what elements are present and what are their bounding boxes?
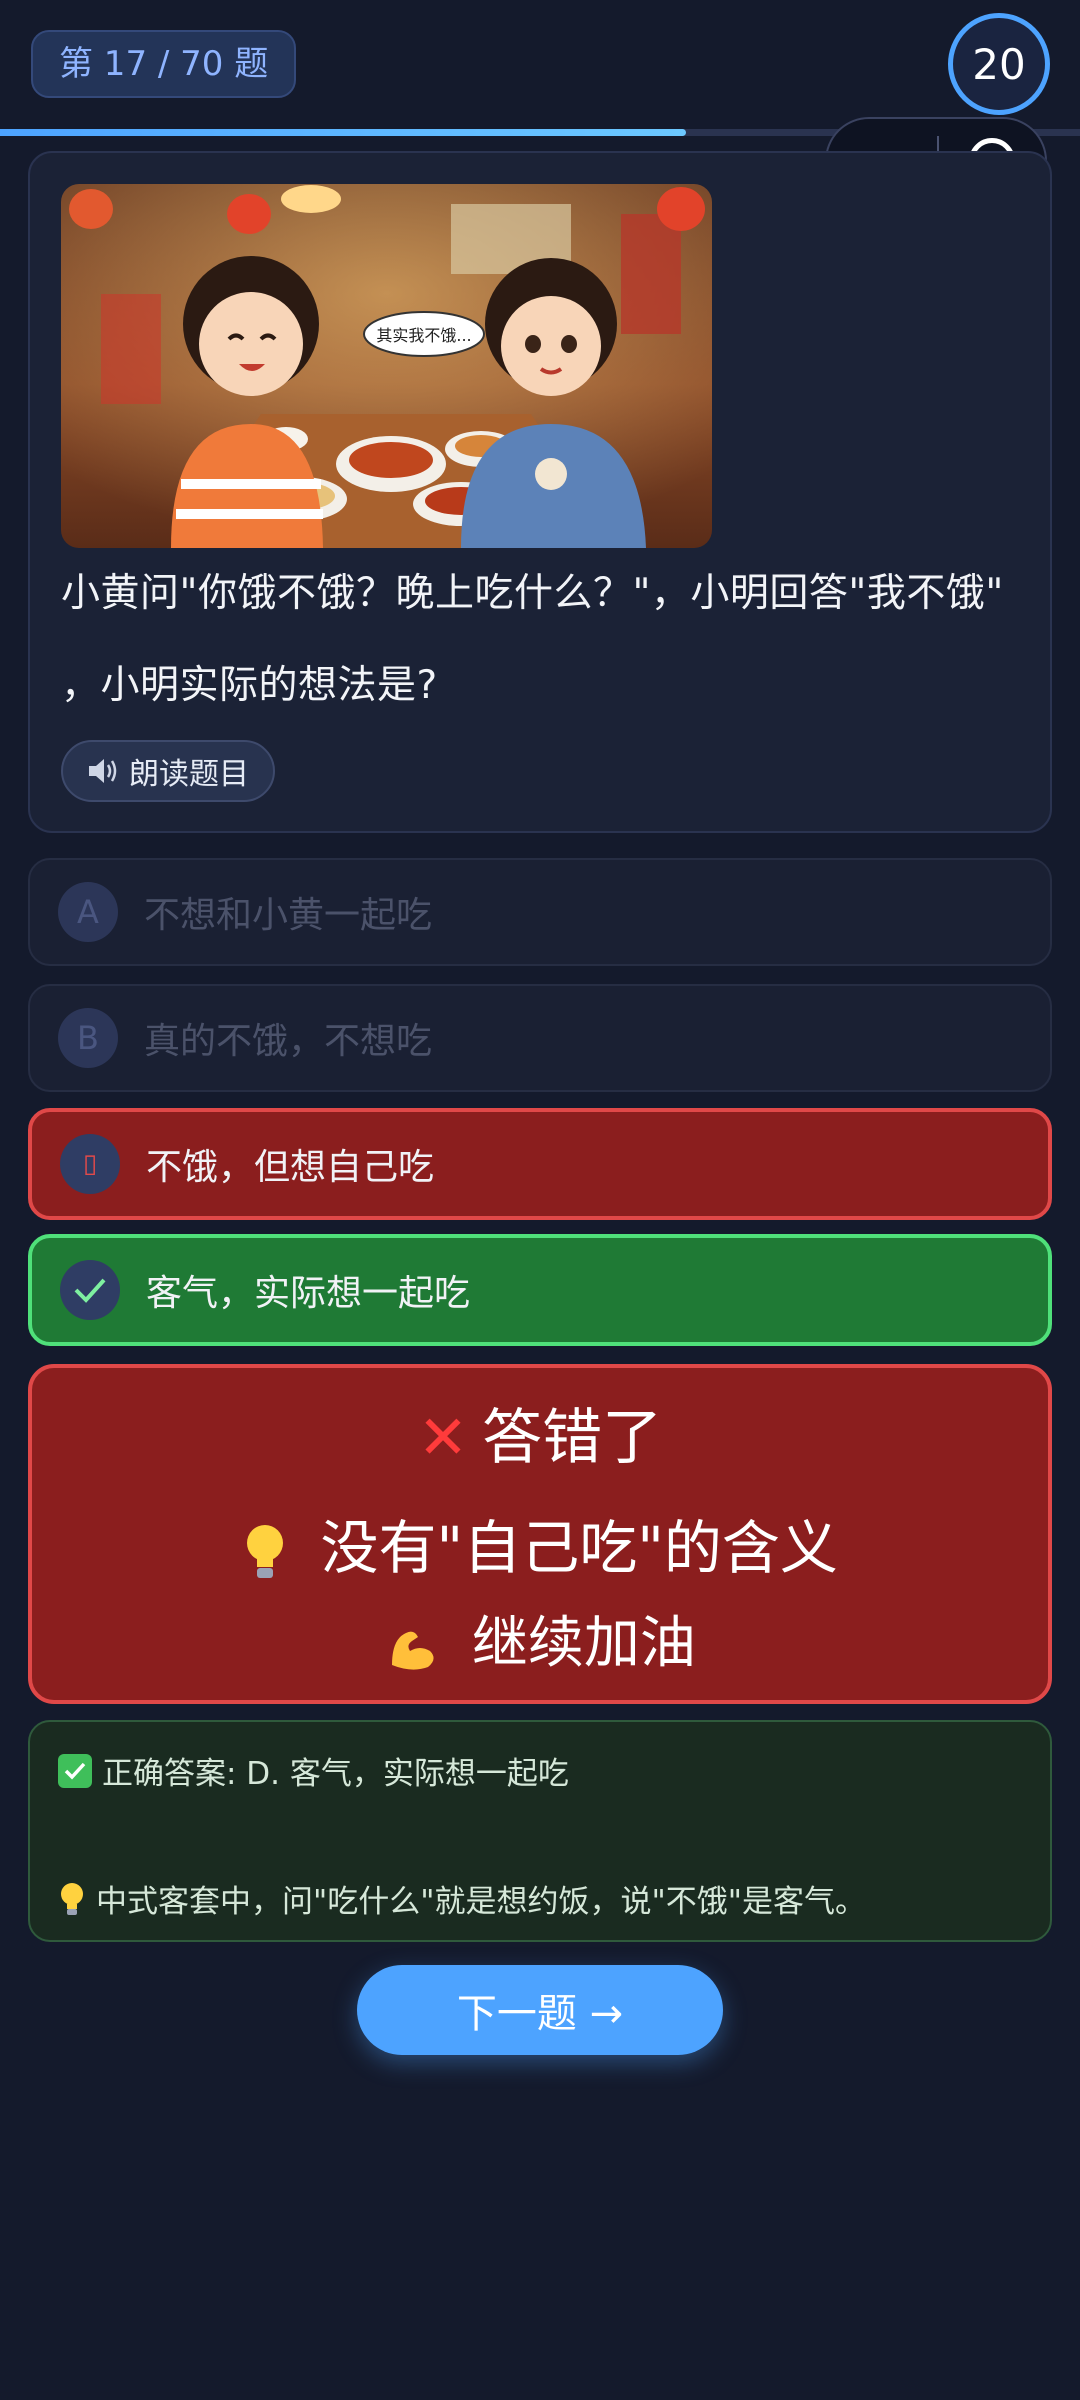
option-a-badge: A (58, 882, 118, 942)
option-b-label: 真的不饿，不想吃 (144, 1021, 433, 1062)
result-feedback: ✕ 答错了 没有"自己吃"的含义 继续加油 (28, 1364, 1052, 1704)
check-icon (60, 1260, 120, 1320)
countdown-timer: 20 (948, 13, 1050, 115)
question-counter: 第 17 / 70 题 (31, 30, 297, 98)
question-illustration: 其实我不饿... (61, 184, 712, 548)
question-line-1: 小黄问"你饿不饿？晚上吃什么？"，小明回答"我不饿" (61, 571, 1004, 616)
flexed-biceps-icon (384, 1611, 458, 1676)
progress-fill (0, 129, 686, 136)
explanation-text: 中式客套中，问"吃什么"就是想约饭，说"不饿"是客气。 (96, 1884, 867, 1920)
explanation-row: 中式客套中，问"吃什么"就是想约饭，说"不饿"是客气。 (58, 1876, 866, 1921)
wrong-title: ✕ 答错了 (32, 1398, 1048, 1478)
option-d[interactable]: 客气，实际想一起吃 (28, 1234, 1052, 1346)
lightbulb-small-icon (61, 1882, 83, 1915)
restaurant-scene-image: 其实我不饿... (61, 184, 712, 548)
wrong-reason: 没有"自己吃"的含义 (32, 1508, 1048, 1588)
question-text: 小黄问"你饿不饿？晚上吃什么？"，小明回答"我不饿" ，小明实际的想法是? (61, 548, 1051, 732)
option-a-label: 不想和小黄一起吃 (144, 895, 433, 936)
lightbulb-icon (242, 1514, 306, 1582)
speech-bubble-text: 其实我不饿... (376, 326, 471, 345)
check-box-icon (58, 1753, 92, 1788)
read-question-label: 朗读题目 (129, 757, 249, 792)
missing-glyph-icon: ▯ (60, 1134, 120, 1194)
option-d-label: 客气，实际想一起吃 (146, 1273, 471, 1314)
option-b[interactable]: B 真的不饿，不想吃 (28, 984, 1052, 1092)
wrong-reason-text: 没有"自己吃"的含义 (320, 1514, 838, 1582)
speaker-icon (89, 759, 117, 783)
option-a[interactable]: A 不想和小黄一起吃 (28, 858, 1052, 966)
encourage-text: 继续加油 (471, 1611, 696, 1676)
encourage: 继续加油 (32, 1604, 1048, 1684)
question-line-2: ，小明实际的想法是? (61, 663, 438, 708)
next-question-button[interactable]: 下一题 → (357, 1965, 723, 2055)
answer-explanation-box: 正确答案: D. 客气，实际想一起吃 中式客套中，问"吃什么"就是想约饭，说"不… (28, 1720, 1052, 1942)
read-question-button[interactable]: 朗读题目 (61, 740, 275, 802)
wrong-title-text: 答错了 (482, 1403, 663, 1473)
correct-answer-text: 正确答案: D. 客气，实际想一起吃 (102, 1756, 569, 1792)
question-card: 其实我不饿... 小黄问"你饿不饿？晚上吃什么？"，小明回答"我不饿" ，小明实… (28, 151, 1052, 833)
cross-icon: ✕ (417, 1403, 469, 1473)
option-b-badge: B (58, 1008, 118, 1068)
quiz-page: 第 17 / 70 题 20 其实我不饿... 小黄问"你饿不饿？晚上吃什么？"… (0, 0, 1080, 2400)
correct-answer-row: 正确答案: D. 客气，实际想一起吃 (58, 1748, 569, 1793)
option-c[interactable]: ▯ 不饿，但想自己吃 (28, 1108, 1052, 1220)
option-c-label: 不饿，但想自己吃 (146, 1147, 435, 1188)
